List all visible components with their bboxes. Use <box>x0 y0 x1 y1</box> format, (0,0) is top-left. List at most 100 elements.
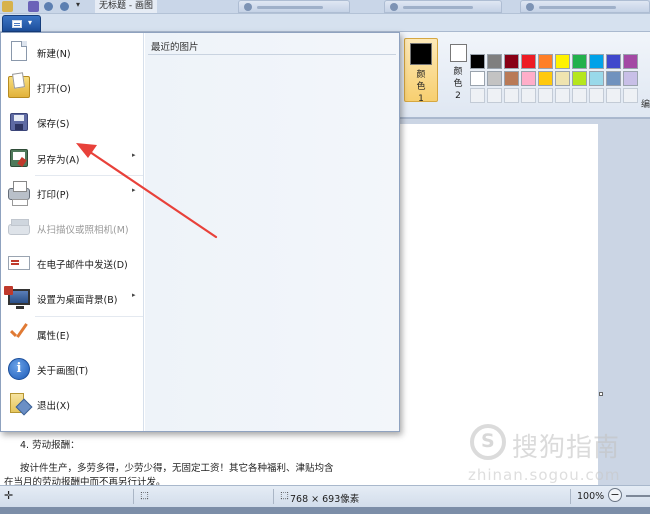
custom-color-slot[interactable] <box>470 88 485 103</box>
edit-colors-label[interactable]: 编 <box>641 97 650 110</box>
zoom-out-button[interactable]: − <box>608 488 622 502</box>
status-bar: ✛ ⬚ ⬚ 768 × 693像素 100% − <box>0 485 650 507</box>
chevron-down-icon: ▾ <box>28 18 33 27</box>
palette-color-swatch[interactable] <box>521 71 536 86</box>
submenu-arrow-icon: ▸ <box>132 185 136 194</box>
color2-swatch <box>449 44 467 62</box>
custom-color-slot[interactable] <box>623 88 638 103</box>
watermark-logo: S <box>470 424 506 460</box>
menu-item-set-desktop-background[interactable]: 设置为桌面背景(B) ▸ <box>1 280 144 315</box>
save-as-icon <box>10 148 28 167</box>
background-window-tab[interactable] <box>520 0 650 13</box>
open-folder-icon <box>8 76 30 99</box>
document-text-line: 按计件生产，多劳多得，少劳少得，无固定工资！其它各种福利、津贴均含 <box>20 463 334 474</box>
window-title: 无标题 - 画图 <box>95 0 157 13</box>
palette-color-swatch[interactable] <box>470 71 485 86</box>
document-text-line: 4. 劳动报酬： <box>20 440 80 451</box>
palette-color-swatch[interactable] <box>487 71 502 86</box>
menu-item-label: 保存(S) <box>37 119 70 131</box>
palette-color-swatch[interactable] <box>504 54 519 69</box>
menu-item-send-email[interactable]: 在电子邮件中发送(D) <box>1 245 144 280</box>
undo-icon[interactable] <box>44 2 53 11</box>
taskbar-strip <box>0 507 650 514</box>
palette-color-swatch[interactable] <box>487 54 502 69</box>
palette-color-swatch[interactable] <box>589 54 604 69</box>
menu-item-label: 打开(O) <box>37 84 71 96</box>
cursor-position-icon: ✛ <box>4 489 14 502</box>
redo-icon[interactable] <box>60 2 69 11</box>
menu-item-properties[interactable]: 属性(E) <box>1 316 144 351</box>
palette-color-swatch[interactable] <box>606 71 621 86</box>
submenu-arrow-icon: ▸ <box>132 291 136 300</box>
zoom-level: 100% <box>577 491 605 502</box>
menu-item-exit[interactable]: 退出(X) <box>1 386 144 421</box>
menu-item-about-paint[interactable]: i 关于画图(T) <box>1 351 144 386</box>
paint-app-icon[interactable] <box>2 1 13 12</box>
watermark-url: zhinan.sogou.com <box>468 466 621 484</box>
palette-color-swatch[interactable] <box>589 71 604 86</box>
watermark-text: 搜狗指南 <box>512 433 621 463</box>
palette-color-swatch[interactable] <box>470 54 485 69</box>
quick-access-dropdown-icon[interactable]: ▾ <box>76 0 80 9</box>
color1-button[interactable]: 颜色 1 <box>404 38 438 104</box>
submenu-arrow-icon: ▸ <box>132 150 136 159</box>
custom-color-slot[interactable] <box>521 88 536 103</box>
palette-color-swatch[interactable] <box>538 54 553 69</box>
palette-color-swatch[interactable] <box>623 54 638 69</box>
exit-icon <box>10 393 24 413</box>
custom-color-slot[interactable] <box>606 88 621 103</box>
paint-menu-button[interactable]: ▾ <box>2 15 41 32</box>
printer-icon <box>8 180 30 206</box>
email-icon <box>8 256 30 271</box>
selection-size-icon: ⬚ <box>140 490 149 501</box>
color2-label: 颜色 2 <box>453 67 463 101</box>
menu-item-label: 从扫描仪或照相机(M) <box>37 225 129 236</box>
background-window-tab[interactable] <box>384 0 502 13</box>
canvas-size-icon: ⬚ <box>280 490 289 501</box>
menu-item-save[interactable]: 保存(S) <box>1 104 144 139</box>
canvas-resize-handle[interactable] <box>599 392 603 396</box>
recent-pictures-pane: 最近的图片 <box>145 33 399 431</box>
menu-item-label: 退出(X) <box>37 401 70 412</box>
menu-item-print[interactable]: 打印(P) ▸ <box>1 175 144 210</box>
color1-label: 颜色 1 <box>416 70 426 104</box>
custom-color-slot[interactable] <box>487 88 502 103</box>
menu-item-new[interactable]: 新建(N) <box>1 34 144 69</box>
background-window-tab[interactable] <box>238 0 350 13</box>
palette-color-swatch[interactable] <box>623 71 638 86</box>
zoom-slider[interactable] <box>626 495 650 497</box>
save-disk-icon <box>10 113 28 132</box>
custom-color-slot[interactable] <box>555 88 570 103</box>
menu-item-label: 关于画图(T) <box>37 365 89 377</box>
palette-color-swatch[interactable] <box>504 71 519 86</box>
ribbon-tab-strip: ▾ <box>0 14 650 32</box>
palette-color-swatch[interactable] <box>606 54 621 69</box>
palette-color-swatch[interactable] <box>555 54 570 69</box>
palette-color-swatch[interactable] <box>521 54 536 69</box>
menu-item-label: 新建(N) <box>37 49 71 60</box>
menu-commands-pane: 新建(N) 打开(O) 保存(S) 另存为(A) ▸ 打印(P) ▸ 从扫描仪或照相机(M) 在… <box>1 33 144 431</box>
custom-color-slot[interactable] <box>538 88 553 103</box>
title-bar: ▾ 无标题 - 画图 <box>0 0 650 14</box>
quick-save-icon[interactable] <box>28 1 39 12</box>
new-file-icon <box>11 41 27 61</box>
info-icon: i <box>8 357 30 380</box>
palette-color-swatch[interactable] <box>538 71 553 86</box>
menu-item-save-as[interactable]: 另存为(A) ▸ <box>1 140 144 175</box>
properties-check-icon <box>8 323 30 345</box>
custom-color-slot[interactable] <box>572 88 587 103</box>
document-icon <box>12 20 22 28</box>
menu-item-open[interactable]: 打开(O) <box>1 69 144 104</box>
desktop-background-icon <box>4 286 30 310</box>
menu-item-label: 设置为桌面背景(B) <box>37 295 118 307</box>
menu-item-label: 在电子邮件中发送(D) <box>37 260 128 272</box>
palette-color-swatch[interactable] <box>572 54 587 69</box>
custom-color-slot[interactable] <box>504 88 519 103</box>
palette-color-swatch[interactable] <box>572 71 587 86</box>
menu-item-label: 打印(P) <box>37 189 70 201</box>
palette-color-swatch[interactable] <box>555 71 570 86</box>
recent-pictures-title: 最近的图片 <box>151 42 199 53</box>
color1-swatch <box>410 43 432 65</box>
custom-color-slot[interactable] <box>589 88 604 103</box>
color-palette <box>470 54 642 103</box>
